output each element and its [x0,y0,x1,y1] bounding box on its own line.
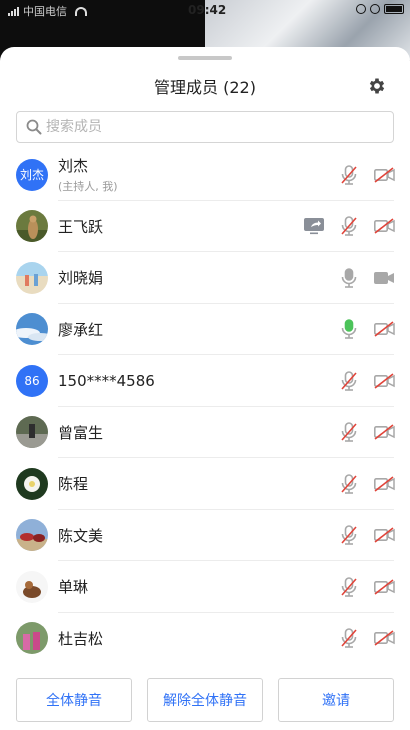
camera-off-icon[interactable] [372,577,396,597]
member-controls [337,473,396,494]
member-name: 150****4586 [58,371,155,390]
search-box[interactable] [16,111,394,143]
member-name: 廖承红 [58,320,104,339]
member-info: 刘杰 (主持人, 我) [58,155,118,194]
member-name: 单琳 [58,578,89,597]
camera-off-icon[interactable] [372,165,396,185]
mic-speaking-icon[interactable] [337,319,361,340]
member-row[interactable]: 杜吉松 [0,613,410,665]
gear-icon[interactable] [367,76,387,96]
avatar [16,416,48,449]
member-row[interactable]: 陈文美 [0,510,410,562]
member-row[interactable]: 曾富生 [0,407,410,459]
avatar: 刘杰 [16,158,48,191]
member-info: 陈程 [58,473,88,494]
member-name: 杜吉松 [58,629,104,648]
wifi-icon [75,6,87,16]
member-row[interactable]: 陈程 [0,458,410,510]
avatar [16,622,48,655]
mic-muted-icon[interactable] [337,576,361,597]
camera-off-icon[interactable] [372,216,396,236]
mic-muted-icon[interactable] [337,370,361,391]
camera-off-icon[interactable] [372,628,396,648]
avatar [16,467,48,500]
carrier-label: 中国电信 [23,5,67,18]
avatar [16,210,48,243]
status-time: 09:42 [188,3,227,17]
mic-icon[interactable] [337,267,361,288]
alarm-icon [370,4,380,14]
member-controls [337,628,396,649]
member-row[interactable]: 刘晓娟 [0,252,410,304]
member-info: 150****4586 [58,372,155,390]
mic-muted-icon[interactable] [337,164,361,185]
member-info: 杜吉松 [58,628,103,649]
member-row[interactable]: 单琳 [0,561,410,613]
mic-muted-icon[interactable] [337,216,361,237]
camera-off-icon[interactable] [372,474,396,494]
mute-all-button[interactable]: 全体静音 [16,678,132,722]
member-controls [302,216,396,237]
member-row[interactable]: 刘杰 刘杰 (主持人, 我) [0,149,410,201]
page-title: 管理成员 (22) [154,78,256,97]
footer-actions: 全体静音 解除全体静音 邀请 [0,678,410,722]
drag-handle[interactable] [178,56,232,60]
member-controls [337,422,396,443]
member-controls [337,267,396,288]
status-bar: 中国电信 09:42 [0,0,410,22]
member-name: 陈文美 [58,526,104,545]
member-controls [337,370,396,391]
member-info: 单琳 [58,576,88,597]
member-row[interactable]: 廖承红 [0,304,410,356]
battery-icon [384,4,404,14]
member-controls [337,576,396,597]
member-name: 王飞跃 [58,217,104,236]
member-controls [337,525,396,546]
avatar [16,570,48,603]
member-info: 刘晓娟 [58,267,103,288]
avatar [16,313,48,346]
orientation-lock-icon [356,4,366,14]
member-management-sheet: 管理成员 (22) 刘杰刘杰 (主持人, 我) 王飞跃刘晓娟廖承红 86 150****… [0,47,410,730]
camera-off-icon[interactable] [372,371,396,391]
mic-muted-icon[interactable] [337,525,361,546]
search-icon [26,119,42,135]
member-name: 陈程 [58,475,89,494]
member-info: 曾富生 [58,422,103,443]
mic-muted-icon[interactable] [337,473,361,494]
member-list: 刘杰 刘杰 (主持人, 我) 王飞跃刘晓娟廖承红 86 150****4586 曾富生陈程陈… [0,149,410,664]
member-name: 刘杰 [58,157,89,176]
screen-share-icon[interactable] [302,216,326,236]
member-controls [337,164,396,185]
invite-button[interactable]: 邀请 [278,678,394,722]
member-name: 刘晓娟 [58,269,104,288]
member-info: 廖承红 [58,319,103,340]
avatar: 86 [16,364,48,397]
member-info: 陈文美 [58,525,103,546]
mic-muted-icon[interactable] [337,628,361,649]
member-row[interactable]: 86 150****4586 [0,355,410,407]
member-name: 曾富生 [58,423,104,442]
avatar [16,519,48,552]
search-input[interactable] [46,113,393,141]
unmute-all-button[interactable]: 解除全体静音 [147,678,263,722]
member-controls [337,319,396,340]
member-row[interactable]: 王飞跃 [0,201,410,253]
camera-off-icon[interactable] [372,422,396,442]
member-role: (主持人, 我) [58,180,118,194]
signal-icon [8,6,19,16]
avatar [16,261,48,294]
member-info: 王飞跃 [58,216,103,237]
camera-off-icon[interactable] [372,525,396,545]
mic-muted-icon[interactable] [337,422,361,443]
camera-icon[interactable] [372,268,396,288]
camera-off-icon[interactable] [372,319,396,339]
